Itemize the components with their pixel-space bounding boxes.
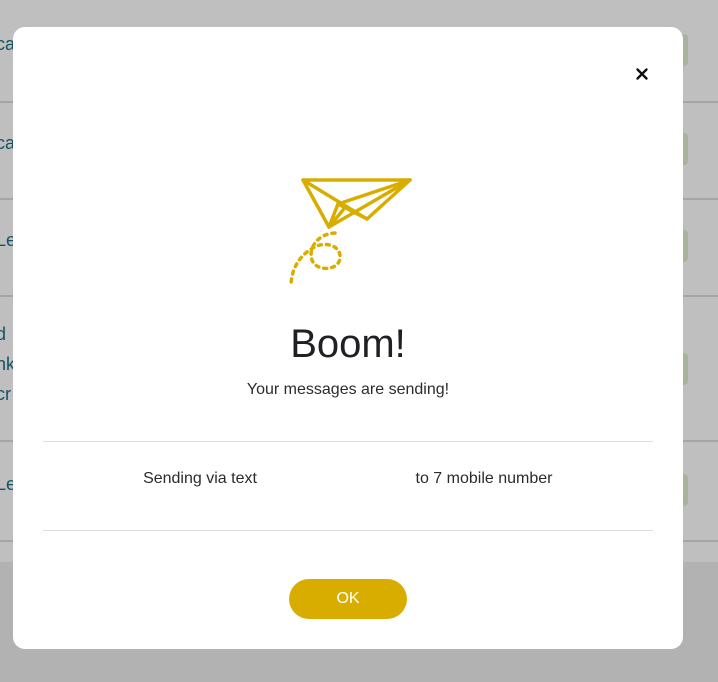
divider (43, 441, 653, 442)
recipients-count-text: to 7 mobile number (415, 470, 553, 487)
paper-plane-icon (289, 178, 412, 288)
success-modal: Boom! Your messages are sending! Sending… (13, 27, 683, 649)
modal-subtitle: Your messages are sending! (246, 381, 450, 398)
close-button[interactable] (632, 64, 652, 84)
close-icon (636, 68, 648, 80)
modal-title: Boom! (290, 322, 406, 366)
sending-method-text: Sending via text (143, 470, 257, 487)
ok-button[interactable]: OK (289, 579, 407, 619)
divider (43, 530, 653, 531)
